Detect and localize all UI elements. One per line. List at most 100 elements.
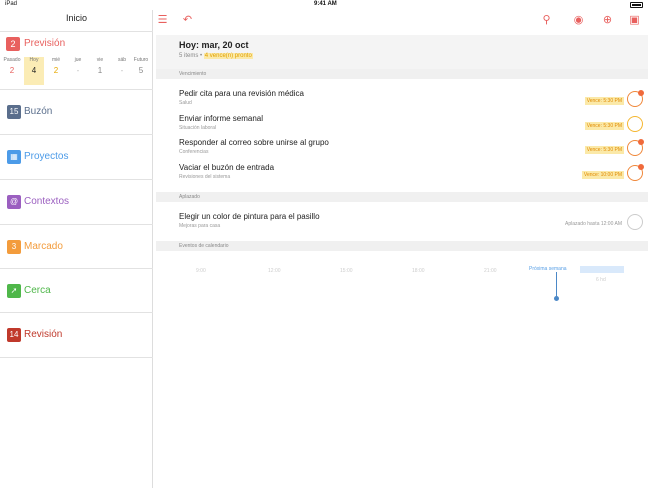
task-checkbox[interactable] [627,139,644,156]
task-title: Enviar informe semanal [179,114,264,123]
task-title: Responder al correo sobre unirse al grup… [179,138,329,147]
forecast-day-fri[interactable]: vie 1 [90,57,110,85]
carrier-label: iPad [5,1,18,7]
task-title: Pedir cita para una revisión médica [179,89,304,98]
sidebar-item-label: Contextos [24,196,70,207]
main-panel: ☰ ↶ ⚲ ◉ ⊕ ▣ Hoy: mar, 20 oct 5 items • 4… [154,10,650,488]
section-header-deferred: Aplazado [156,192,648,202]
forecast-days: Pasado 2 Hoy 4 mié 2 jue - vie 1 sáb - Futuro 5 [2,57,151,85]
eye-icon[interactable]: ◉ [572,14,585,27]
day-count: 1 [97,66,103,75]
day-label: mié [51,57,61,63]
due-badge: Vence: 5:30 PM [584,146,624,154]
forecast-day-today[interactable]: Hoy 4 [24,57,44,85]
timeline-label: 18:00 [412,268,425,274]
due-badge: Vence: 5:30 PM [584,122,624,130]
divider [0,357,153,358]
task-title: Vaciar el buzón de entrada [179,163,275,172]
timeline-label: 15:00 [340,268,353,274]
forecast-day-sat[interactable]: sáb - [112,57,132,85]
search-icon[interactable]: ⚲ [540,14,553,27]
sidebar-item-nearby[interactable]: ➚ Cerca [0,269,153,313]
day-label: vie [96,57,104,63]
day-count: 2 [9,66,15,75]
list-icon[interactable]: ☰ [156,14,169,27]
sidebar-item-label: Marcado [24,241,63,252]
forecast-day-thu[interactable]: jue - [68,57,88,85]
day-count: 5 [138,66,144,75]
task-context: Revisiones del sistema [179,174,231,180]
sidebar-item-label: Buzón [24,106,53,117]
subtitle-separator: • [198,53,204,59]
at-sign-icon: @ [7,195,21,209]
deferred-until-label: Aplazado hasta 12:00 AM [565,221,622,227]
projects-icon: ▦ [7,150,21,164]
sidebar-item-inbox[interactable]: 15 Buzón [0,90,153,134]
day-label: jue [74,57,82,63]
current-time-dot [554,296,559,301]
location-arrow-icon: ➚ [7,284,21,298]
item-count: 5 items [179,53,199,59]
sidebar-title: Inicio [65,13,87,23]
flagged-badge: 3 [7,240,21,254]
flag-icon [638,139,644,145]
status-bar: iPad 9:41 AM [0,0,650,10]
task-checkbox[interactable] [627,214,643,230]
section-header-due: Vencimiento [156,69,648,79]
task-title: Elegir un color de pintura para el pasil… [179,212,320,221]
forecast-day-wed[interactable]: mié 2 [46,57,66,85]
day-count: 2 [53,66,59,75]
review-badge: 14 [7,328,21,342]
day-label: sáb [117,57,127,63]
day-label: Futuro [133,57,149,63]
page-title: Hoy: mar, 20 oct [179,40,249,50]
forecast-day-future[interactable]: Futuro 5 [131,57,151,85]
timeline-label: 12:00 [268,268,281,274]
task-checkbox[interactable] [627,164,644,181]
task-context: Conferencias [179,149,209,155]
task-checkbox[interactable] [627,90,644,107]
forecast-label: Previsión [24,38,66,49]
day-label: Pasado [3,57,21,63]
timeline-label: 9:00 [196,268,206,274]
add-icon[interactable]: ⊕ [601,14,614,27]
inbox-badge: 15 [7,105,21,119]
sidebar-item-contexts[interactable]: @ Contextos [0,180,153,224]
inbox-icon[interactable]: ▣ [628,14,641,27]
page-subtitle: 5 items • 4 vence(n) pronto [179,53,253,59]
day-count: - [120,66,124,75]
task-row[interactable]: Responder al correo sobre unirse al grup… [156,136,648,161]
day-count: 4 [31,66,37,75]
flag-icon [638,164,644,170]
day-label: Hoy [29,57,39,63]
current-time-line [556,272,557,298]
task-context: Salud [179,100,192,106]
undo-icon[interactable]: ↶ [181,14,194,27]
battery-icon [630,2,643,8]
sidebar-item-label: Revisión [24,329,63,340]
sidebar-item-flagged[interactable]: 3 Marcado [0,225,153,269]
sidebar: Inicio 2 Previsión Pasado 2 Hoy 4 mié 2 jue… [0,10,153,488]
task-row[interactable]: Vaciar el buzón de entrada Revisiones de… [156,161,648,186]
task-row[interactable]: Elegir un color de pintura para el pasil… [156,210,648,235]
next-week-label: Próxima semana [529,266,567,272]
forecast-day-past[interactable]: Pasado 2 [2,57,22,85]
sidebar-item-projects[interactable]: ▦ Proyectos [0,135,153,179]
timeline-end-label: 6 hd [596,277,606,283]
sidebar-item-label: Cerca [24,285,51,296]
task-checkbox[interactable] [627,116,643,132]
calendar-event-bar[interactable] [580,266,624,273]
task-row[interactable]: Pedir cita para una revisión médica Salu… [156,87,648,112]
sidebar-item-review[interactable]: 14 Revisión [0,313,153,357]
day-count: - [76,66,80,75]
forecast-badge: 2 [6,37,20,51]
toolbar: ☰ ↶ ⚲ ◉ ⊕ ▣ [154,10,650,32]
calendar-timeline[interactable]: 9:00 12:00 15:00 18:00 21:00 Próxima sem… [156,259,648,289]
perspective-header: Hoy: mar, 20 oct 5 items • 4 vence(n) pr… [156,35,648,72]
task-row[interactable]: Enviar informe semanal Situación laboral… [156,112,648,137]
clock: 9:41 AM [314,1,337,7]
task-context: Situación laboral [179,125,216,131]
due-badge: Vence: 5:30 PM [584,97,624,105]
section-header-calendar: Eventos de calendario [156,241,648,251]
sidebar-item-forecast[interactable]: 2 Previsión Pasado 2 Hoy 4 mié 2 jue - vie 1 … [0,32,153,89]
